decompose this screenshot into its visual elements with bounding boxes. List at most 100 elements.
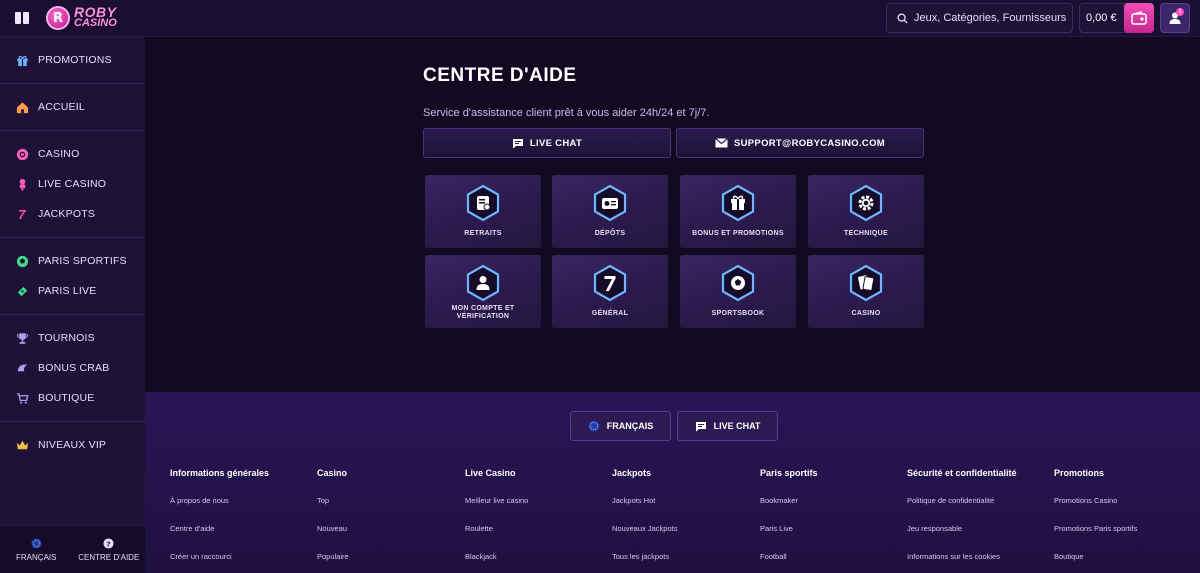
help-center-link[interactable]: ? CENTRE D'AIDE — [73, 527, 146, 573]
wallet-icon — [1131, 11, 1147, 25]
chat-icon — [512, 138, 523, 148]
footer-link[interactable]: Jeu responsable — [907, 524, 1017, 536]
live-chat-button[interactable]: LIVE CHAT — [423, 128, 671, 158]
help-card-casino[interactable]: CASINO — [808, 255, 924, 328]
footer-link[interactable]: Promotions Casino — [1054, 496, 1137, 508]
footer-link[interactable]: Informations sur les cookies — [907, 552, 1017, 564]
main-content: CENTRE D'AIDE Service d'assistance clien… — [145, 37, 1200, 392]
ticket-icon — [15, 284, 29, 298]
card-label: MON COMPTE ET VÉRIFICATION — [451, 305, 515, 320]
footer-link[interactable]: Créer un raccourci — [170, 552, 269, 564]
sidebar-item-niveaux-vip[interactable]: NIVEAUX VIP — [0, 430, 145, 460]
help-card-general[interactable]: GÉNÉRAL — [552, 255, 668, 328]
card-label: CASINO — [851, 310, 881, 317]
sidebar-item-paris-live[interactable]: PARIS LIVE — [0, 276, 145, 306]
sidebar-item-promotions[interactable]: PROMOTIONS — [0, 45, 145, 75]
mail-icon — [715, 138, 728, 148]
gift-icon — [721, 184, 755, 222]
withdraw-icon — [466, 184, 500, 222]
sidebar-item-tournois[interactable]: TOURNOIS — [0, 323, 145, 353]
footer-link[interactable]: Tous les jackpots — [612, 552, 677, 564]
language-label: FRANÇAIS — [16, 553, 57, 562]
sidebar-item-label: BOUTIQUE — [38, 392, 95, 404]
sidebar-item-label: NIVEAUX VIP — [38, 439, 107, 451]
footer-link[interactable]: Paris Live — [760, 524, 818, 536]
soccer-ball-icon — [721, 264, 755, 302]
crown-icon — [15, 438, 29, 452]
footer-link[interactable]: Meilleur live casino — [465, 496, 528, 508]
footer-link[interactable]: Nouveaux Jackpots — [612, 524, 677, 536]
live-casino-icon — [15, 177, 29, 191]
search-icon — [897, 12, 908, 24]
footer-language-button[interactable]: FRANÇAIS — [570, 411, 671, 441]
card-label: RETRAITS — [464, 230, 502, 237]
help-card-technique[interactable]: TECHNIQUE — [808, 175, 924, 248]
sidebar-item-label: CASINO — [38, 148, 80, 160]
page-subtitle: Service d'assistance client prêt à vous … — [423, 107, 710, 119]
sidebar-item-label: PROMOTIONS — [38, 54, 112, 66]
email-label: SUPPORT@ROBYCASINO.COM — [734, 137, 885, 149]
footer-link[interactable]: Promotions Paris sportifs — [1054, 524, 1137, 536]
svg-text:?: ? — [107, 539, 111, 548]
footer-column-title: Informations générales — [170, 468, 270, 478]
footer-column-title: Live Casino — [465, 468, 516, 478]
sidebar-item-boutique[interactable]: BOUTIQUE — [0, 383, 145, 413]
seven-icon — [593, 264, 627, 302]
sidebar-item-live-casino[interactable]: LIVE CASINO — [0, 169, 145, 199]
user-account-button[interactable]: 1 — [1160, 3, 1190, 33]
eu-flag-icon — [31, 538, 42, 549]
balance-value: 0,00 € — [1086, 12, 1117, 24]
email-support-button[interactable]: SUPPORT@ROBYCASINO.COM — [676, 128, 924, 158]
gift-icon — [15, 53, 29, 67]
footer-link[interactable]: Jackpots Hot — [612, 496, 677, 508]
footer-live-chat-button[interactable]: LIVE CHAT — [677, 411, 778, 441]
footer-link[interactable]: Football — [760, 552, 818, 564]
sidebar-item-label: LIVE CASINO — [38, 178, 107, 190]
footer-column-title: Jackpots — [612, 468, 652, 478]
logo[interactable]: R ROBY CASINO — [46, 3, 117, 33]
gear-icon — [849, 184, 883, 222]
sidebar-item-paris-sportifs[interactable]: PARIS SPORTIFS — [0, 246, 145, 276]
logo-line2: CASINO — [74, 17, 117, 29]
card-label: SPORTSBOOK — [711, 310, 765, 317]
user-icon — [466, 264, 500, 302]
help-card-depots[interactable]: DÉPÔTS — [552, 175, 668, 248]
footer-column-title: Promotions — [1054, 468, 1105, 478]
footer-link[interactable]: Centre d'aide — [170, 524, 269, 536]
sidebar-item-label: TOURNOIS — [38, 332, 95, 344]
cards-icon — [849, 264, 883, 302]
footer-link[interactable]: Politique de confidentialité — [907, 496, 1017, 508]
sidebar-item-casino[interactable]: CASINO — [0, 139, 145, 169]
footer-column-casino: Casino Top Nouveau Populaire — [317, 468, 349, 564]
deposit-button[interactable] — [1124, 3, 1154, 33]
sidebar-item-accueil[interactable]: ACCUEIL — [0, 92, 145, 122]
footer-link[interactable]: Boutique — [1054, 552, 1137, 564]
card-label: GÉNÉRAL — [591, 310, 629, 317]
footer-link[interactable]: Top — [317, 496, 349, 508]
footer-column-title: Casino — [317, 468, 348, 478]
help-card-retraits[interactable]: RETRAITS — [425, 175, 541, 248]
help-card-bonus-promotions[interactable]: BONUS ET PROMOTIONS — [680, 175, 796, 248]
balance-display[interactable]: 0,00 € — [1079, 3, 1154, 33]
footer-link[interactable]: À propos de nous — [170, 496, 269, 508]
search-input[interactable]: Jeux, Catégories, Fournisseurs — [886, 3, 1073, 33]
help-card-mon-compte[interactable]: MON COMPTE ET VÉRIFICATION — [425, 255, 541, 328]
question-icon: ? — [103, 538, 114, 549]
footer-link[interactable]: Populaire — [317, 552, 349, 564]
cart-icon — [15, 391, 29, 405]
footer: FRANÇAIS LIVE CHAT Informations générale… — [145, 392, 1200, 573]
sidebar-item-label: PARIS SPORTIFS — [38, 255, 127, 267]
top-bar: R ROBY CASINO Jeux, Catégories, Fourniss… — [0, 0, 1200, 37]
footer-link[interactable]: Bookmaker — [760, 496, 818, 508]
menu-toggle-icon[interactable] — [15, 12, 29, 24]
sidebar-item-bonus-crab[interactable]: BONUS CRAB — [0, 353, 145, 383]
sidebar-item-label: ACCUEIL — [38, 101, 85, 113]
footer-link[interactable]: Blackjack — [465, 552, 528, 564]
footer-link[interactable]: Nouveau — [317, 524, 349, 536]
language-selector[interactable]: FRANÇAIS — [0, 527, 73, 573]
help-card-sportsbook[interactable]: SPORTSBOOK — [680, 255, 796, 328]
footer-link[interactable]: Roulette — [465, 524, 528, 536]
logo-badge: R — [46, 6, 70, 30]
sidebar-item-label: PARIS LIVE — [38, 285, 97, 297]
sidebar-item-jackpots[interactable]: 7 JACKPOTS — [0, 199, 145, 229]
